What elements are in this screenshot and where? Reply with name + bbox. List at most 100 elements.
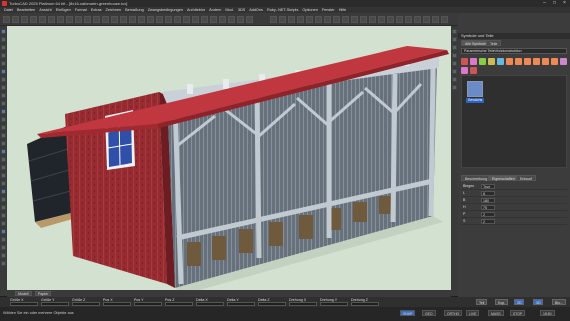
left-tool-icon[interactable] (1, 109, 6, 114)
dim-icon[interactable] (138, 16, 145, 23)
view-tool-icon[interactable] (423, 16, 430, 23)
roof-part-icon[interactable] (506, 58, 513, 65)
cut-icon[interactable] (39, 16, 46, 23)
camera-icon[interactable] (219, 16, 226, 23)
open-file-icon[interactable] (237, 16, 244, 23)
status-toggle-snap[interactable]: SNAP (400, 310, 416, 316)
text-icon[interactable] (129, 16, 136, 23)
left-tool-icon[interactable] (1, 213, 6, 218)
left-tool-icon[interactable] (1, 85, 6, 90)
view-tool-icon[interactable] (288, 16, 295, 23)
view-tool-icon[interactable] (315, 16, 322, 23)
status-toggle-live[interactable]: LIVE (466, 310, 480, 316)
status-toggle-mass[interactable]: MASS (488, 310, 504, 316)
print-icon[interactable] (30, 16, 37, 23)
left-tool-icon[interactable] (1, 165, 6, 170)
left-tool-icon[interactable] (1, 29, 6, 34)
view-tool-icon[interactable] (414, 16, 421, 23)
left-tool-icon[interactable] (1, 149, 6, 154)
arch2-part-icon[interactable] (461, 67, 468, 74)
light-icon[interactable] (210, 16, 217, 23)
bracket-part-icon[interactable] (461, 58, 468, 65)
maximize-button[interactable]: □ (550, 0, 559, 7)
left-tool-icon[interactable] (1, 141, 6, 146)
arch-part-icon[interactable] (470, 58, 477, 65)
snap-icon[interactable] (147, 16, 154, 23)
tab-properties[interactable]: Eigenschaften (488, 175, 519, 181)
right-tool-icon[interactable] (452, 53, 457, 58)
drawing-viewport[interactable] (7, 26, 451, 290)
view-tool-icon[interactable] (396, 16, 403, 23)
coord-input[interactable] (134, 302, 162, 306)
rect-icon[interactable] (102, 16, 109, 23)
left-tool-icon[interactable] (1, 61, 6, 66)
view-tool-icon[interactable] (441, 16, 448, 23)
left-tool-icon[interactable] (1, 253, 6, 258)
status-toggle-geo[interactable]: GEO (422, 310, 436, 316)
right-tool-icon[interactable] (452, 69, 457, 74)
undo-icon[interactable] (66, 16, 73, 23)
library-path-field[interactable]: Parametrische Teile\Holzkonstruktion (461, 48, 567, 54)
left-tool-icon[interactable] (1, 77, 6, 82)
left-tool-icon[interactable] (1, 245, 6, 250)
coord-input[interactable] (41, 302, 69, 306)
coord-mode-button[interactable]: 3D (533, 299, 544, 305)
left-tool-icon[interactable] (1, 45, 6, 50)
rotate-icon[interactable] (192, 16, 199, 23)
view-tool-icon[interactable] (279, 16, 286, 23)
view-tool-icon[interactable] (369, 16, 376, 23)
view-tool-icon[interactable] (351, 16, 358, 23)
gazebo-part-icon[interactable] (560, 58, 567, 65)
fence-part-icon[interactable] (542, 58, 549, 65)
column-part-icon[interactable] (488, 58, 495, 65)
shed-part-icon[interactable] (551, 58, 558, 65)
tab-description[interactable]: Beschreibung (461, 175, 491, 181)
view-tool-icon[interactable] (378, 16, 385, 23)
close-button[interactable]: × (560, 0, 569, 7)
right-tool-icon[interactable] (452, 37, 457, 42)
right-tool-icon[interactable] (452, 61, 457, 66)
right-tool-icon[interactable] (452, 45, 457, 50)
left-tool-icon[interactable] (1, 37, 6, 42)
left-tool-icon[interactable] (1, 93, 6, 98)
view-tool-icon[interactable] (342, 16, 349, 23)
zoom-in-icon[interactable] (165, 16, 172, 23)
left-tool-icon[interactable] (1, 173, 6, 178)
coord-mode-button[interactable]: Kop. (495, 299, 509, 305)
panel-part-icon[interactable] (497, 58, 504, 65)
bench-part-icon[interactable] (470, 67, 477, 74)
greenhouse-symbol-thumbnail[interactable] (467, 81, 483, 97)
coord-input[interactable] (320, 302, 348, 306)
view-tool-icon[interactable] (387, 16, 394, 23)
left-tool-icon[interactable] (1, 125, 6, 130)
left-tool-icon[interactable] (1, 205, 6, 210)
view-tool-icon[interactable] (432, 16, 439, 23)
left-tool-icon[interactable] (1, 101, 6, 106)
tab-paper[interactable]: Papier (35, 291, 52, 296)
view-tool-icon[interactable] (405, 16, 412, 23)
copy-icon[interactable] (48, 16, 55, 23)
view-tool-icon[interactable] (297, 16, 304, 23)
left-tool-icon[interactable] (1, 189, 6, 194)
view-tool-icon[interactable] (306, 16, 313, 23)
coord-mode-button[interactable]: Blo... (552, 299, 566, 305)
circle-icon[interactable] (111, 16, 118, 23)
right-tool-icon[interactable] (452, 77, 457, 82)
pan-icon[interactable] (183, 16, 190, 23)
view-tool-icon[interactable] (324, 16, 331, 23)
open-file-icon[interactable] (12, 16, 19, 23)
stair-part-icon[interactable] (533, 58, 540, 65)
coord-input[interactable] (351, 302, 379, 306)
coord-input[interactable] (72, 302, 100, 306)
status-toggle-ortho[interactable]: ORTHO (444, 310, 463, 316)
coord-input[interactable] (10, 302, 38, 306)
tab-design[interactable]: Entwurf (516, 175, 537, 181)
view-tool-icon[interactable] (270, 16, 277, 23)
left-tool-icon[interactable] (1, 221, 6, 226)
deck-part-icon[interactable] (524, 58, 531, 65)
arc-icon[interactable] (120, 16, 127, 23)
redo-icon[interactable] (75, 16, 82, 23)
left-tool-icon[interactable] (1, 53, 6, 58)
right-tool-icon[interactable] (452, 29, 457, 34)
coord-input[interactable] (165, 302, 193, 306)
